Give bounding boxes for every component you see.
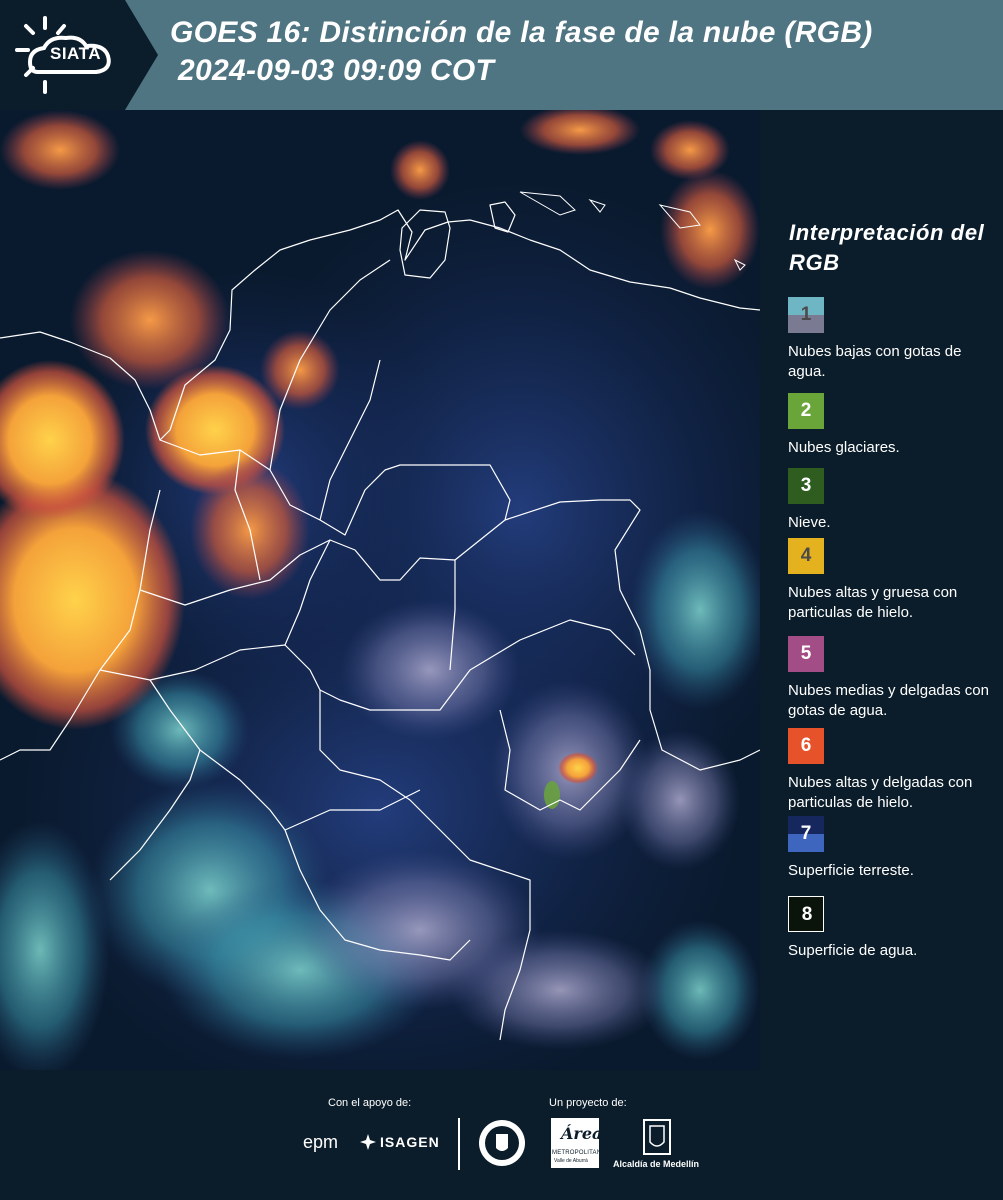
- legend-number: 6: [800, 735, 812, 756]
- page-title: GOES 16: Distinción de la fase de la nub…: [170, 16, 873, 49]
- legend-item-2: 2 Nubes glaciares.: [788, 393, 1000, 458]
- logo-text: SIATA: [50, 44, 101, 63]
- legend-label: Superficie terreste.: [788, 862, 914, 879]
- legend-swatch-2: 2: [788, 393, 824, 429]
- legend-label: Nubes altas y delgadas con particulas de…: [788, 774, 973, 811]
- legend: Interpretación del RGB 1 Nubes bajas con …: [770, 110, 1003, 1070]
- header: SIATA GOES 16: Distinción de la fase de …: [0, 0, 1003, 110]
- legend-number: 3: [800, 475, 812, 496]
- legend-swatch-8: 8: [788, 896, 824, 932]
- legend-item-3: 3 Nieve.: [788, 468, 1000, 533]
- isagen-logo: ISAGEN: [380, 1134, 440, 1150]
- alcaldia-label: Alcaldía de Medellín: [613, 1159, 700, 1169]
- legend-item-1: 1 Nubes bajas con gotas de agua.: [788, 297, 1000, 382]
- legend-item-8: 8 Superficie de agua.: [788, 896, 1000, 961]
- isagen-star-icon: [360, 1134, 376, 1150]
- legend-number: 2: [800, 400, 812, 421]
- alcaldia-shield-icon: [643, 1119, 671, 1155]
- legend-label: Nubes medias y delgadas con gotas de agu…: [788, 682, 989, 719]
- legend-number: 7: [800, 823, 812, 844]
- legend-swatch-4: 4: [788, 538, 824, 574]
- legend-swatch-1: 1: [788, 297, 824, 333]
- legend-number: 1: [800, 304, 812, 325]
- legend-number: 4: [800, 545, 812, 566]
- legend-label: Nubes glaciares.: [788, 439, 900, 456]
- footer-divider: [458, 1118, 460, 1170]
- page-timestamp: 2024-09-03 09:09 COT: [178, 54, 495, 87]
- legend-swatch-6: 6: [788, 728, 824, 764]
- legend-label: Nubes altas y gruesa con particulas de h…: [788, 584, 958, 621]
- legend-swatch-3: 3: [788, 468, 824, 504]
- legend-title: Interpretación del RGB: [789, 220, 985, 275]
- legend-number: 5: [800, 643, 812, 664]
- legend-item-4: 4 Nubes altas y gruesa con particulas de …: [788, 538, 1000, 623]
- legend-item-6: 6 Nubes altas y delgadas con particulas d…: [788, 728, 1000, 813]
- legend-swatch-7: 7: [788, 816, 824, 852]
- legend-item-5: 5 Nubes medias y delgadas con gotas de ag…: [788, 636, 1000, 721]
- area-metropolitana-logo: Área METROPOLITANA Valle de Aburrá: [551, 1118, 605, 1168]
- legend-label: Nieve.: [788, 514, 831, 531]
- legend-label: Superficie de agua.: [788, 942, 918, 959]
- seal-logo: [479, 1120, 525, 1166]
- support-label: Con el apoyo de:: [328, 1097, 412, 1109]
- legend-label: Nubes bajas con gotas de agua.: [788, 343, 962, 380]
- footer: Con el apoyo de: Un proyecto de: epm ISA…: [0, 1070, 1003, 1200]
- epm-logo: epm: [303, 1132, 339, 1152]
- project-label: Un proyecto de:: [549, 1097, 627, 1109]
- satellite-map[interactable]: [0, 110, 760, 1070]
- legend-number: 8: [801, 904, 813, 925]
- satellite-image: [0, 110, 760, 1070]
- legend-item-7: 7 Superficie terreste.: [788, 816, 1000, 881]
- legend-swatch-5: 5: [788, 636, 824, 672]
